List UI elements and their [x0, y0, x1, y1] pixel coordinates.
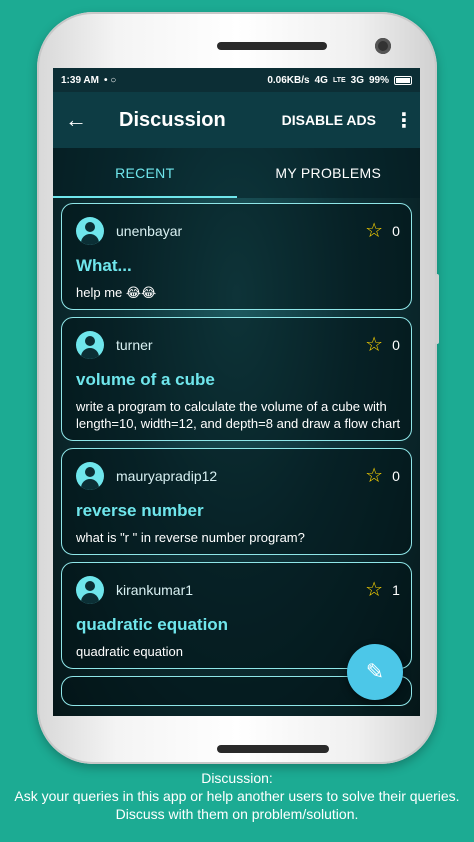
- post-card[interactable]: mauryapradip12 ☆ 0 reverse number what i…: [61, 448, 412, 555]
- back-arrow-icon[interactable]: ←: [65, 107, 99, 133]
- user-avatar-icon: [76, 576, 104, 604]
- network-4g: 4G: [314, 74, 328, 86]
- post-username: kirankumar1: [116, 582, 194, 598]
- star-count: 1: [392, 582, 400, 598]
- disable-ads-button[interactable]: DISABLE ADS: [282, 112, 376, 128]
- post-body: write a program to calculate the volume …: [76, 399, 401, 431]
- network-3g: 3G: [350, 74, 364, 86]
- battery-percent: 99%: [368, 74, 389, 86]
- star-icon[interactable]: ☆: [365, 580, 383, 600]
- status-bar: 1:39 AM • ○ 0.06KB/s 4G LTE 3G 99%: [53, 68, 420, 92]
- user-avatar-icon: [76, 462, 104, 490]
- post-list: unenbayar ☆ 0 What... help me 😂😂 turner …: [53, 198, 420, 716]
- caption-line-1: Discussion:: [201, 770, 273, 786]
- user-avatar-icon: [76, 331, 104, 359]
- more-menu-icon[interactable]: ⋮: [394, 108, 414, 133]
- status-time: 1:39 AM: [61, 74, 99, 86]
- star-icon[interactable]: ☆: [365, 466, 383, 486]
- volte-label: LTE: [332, 76, 346, 84]
- caption-line-2: Ask your queries in this app or help ano…: [14, 788, 460, 804]
- post-title: quadratic equation: [76, 615, 229, 634]
- star-count: 0: [392, 337, 400, 353]
- power-button: [435, 274, 439, 344]
- post-card[interactable]: unenbayar ☆ 0 What... help me 😂😂: [61, 203, 412, 310]
- new-post-fab[interactable]: ✎: [347, 644, 403, 700]
- caption-line-3: Discuss with them on problem/solution.: [115, 806, 359, 822]
- app-screen: 1:39 AM • ○ 0.06KB/s 4G LTE 3G 99% ← Dis…: [53, 68, 420, 716]
- pencil-icon: ✎: [365, 659, 385, 684]
- post-username: turner: [116, 337, 153, 353]
- battery-icon: [394, 75, 412, 85]
- tab-recent[interactable]: RECENT: [53, 148, 237, 198]
- tab-my-problems[interactable]: MY PROBLEMS: [237, 148, 421, 198]
- post-username: mauryapradip12: [116, 468, 218, 484]
- bottom-speaker: [217, 745, 329, 753]
- post-title: reverse number: [76, 501, 204, 520]
- post-body: what is "r " in reverse number program?: [76, 530, 305, 545]
- star-icon[interactable]: ☆: [365, 335, 383, 355]
- net-speed: 0.06KB/s: [267, 74, 310, 86]
- user-avatar-icon: [76, 217, 104, 245]
- star-count: 0: [392, 468, 400, 484]
- star-icon[interactable]: ☆: [365, 221, 383, 241]
- post-username: unenbayar: [116, 223, 183, 239]
- post-body: help me 😂😂: [76, 285, 157, 300]
- status-notification-icons: • ○: [103, 74, 117, 86]
- tab-bar: RECENT MY PROBLEMS: [53, 148, 420, 198]
- app-bar: ← Discussion DISABLE ADS ⋮: [53, 92, 420, 148]
- post-card[interactable]: turner ☆ 0 volume of a cube write a prog…: [61, 317, 412, 441]
- front-camera: [375, 38, 391, 54]
- post-title: What...: [76, 256, 132, 275]
- promo-caption: Discussion: Ask your queries in this app…: [0, 769, 474, 823]
- page-title: Discussion: [119, 108, 226, 131]
- post-title: volume of a cube: [76, 370, 215, 389]
- earpiece-speaker: [217, 42, 327, 50]
- star-count: 0: [392, 223, 400, 239]
